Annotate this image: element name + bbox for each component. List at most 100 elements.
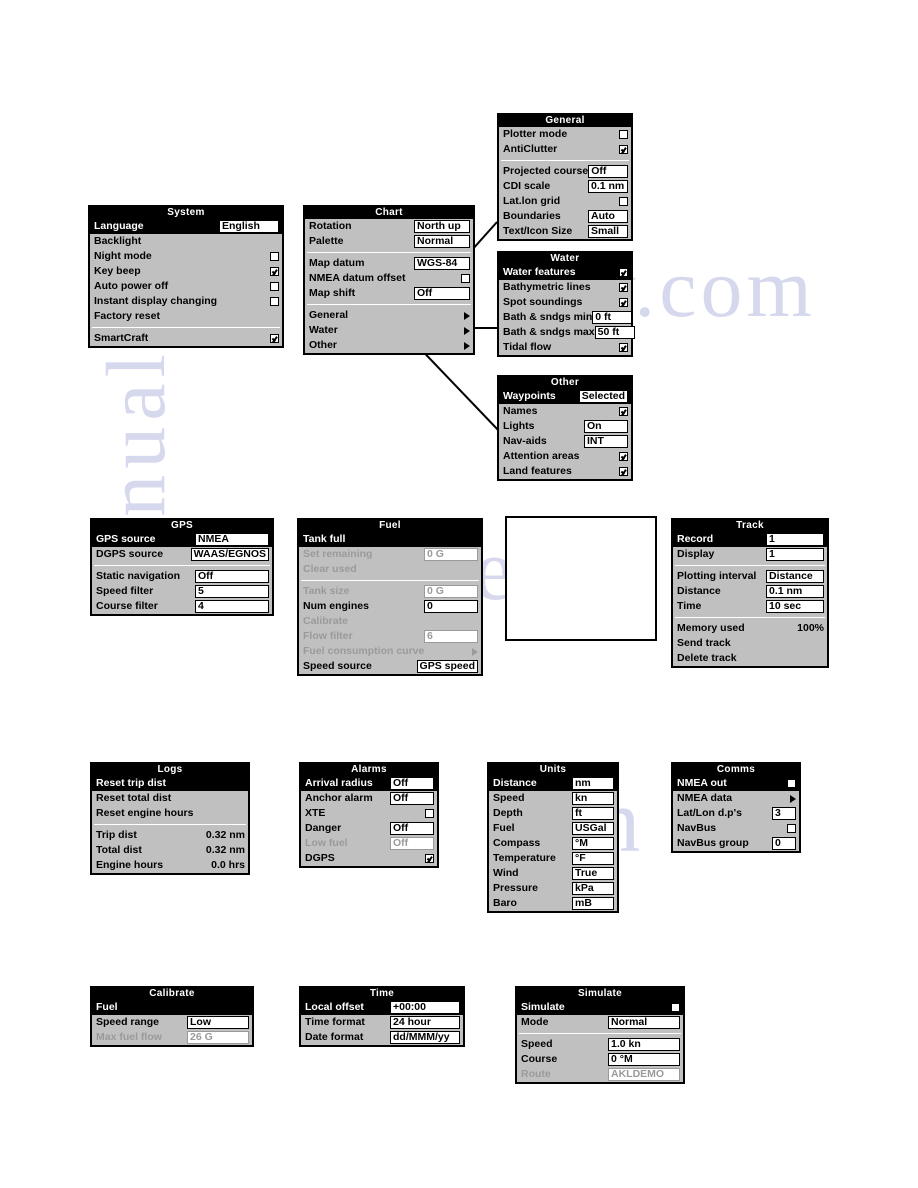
menu-row[interactable]: Text/Icon Size Small	[499, 224, 631, 239]
checkbox-checked-icon[interactable]	[270, 267, 279, 276]
menu-row-value[interactable]: °M	[572, 837, 614, 850]
menu-row-value[interactable]: True	[572, 867, 614, 880]
menu-row[interactable]: Other	[305, 338, 473, 353]
menu-row-value[interactable]: 0	[424, 600, 478, 613]
menu-row[interactable]: General	[305, 308, 473, 323]
menu-row[interactable]: Distance 0.1 nm	[673, 584, 827, 599]
checkbox-checked-icon[interactable]	[270, 334, 279, 343]
menu-row[interactable]: Tidal flow	[499, 340, 631, 355]
menu-row[interactable]: NMEA data	[673, 791, 799, 806]
menu-row-value[interactable]: Off	[390, 822, 434, 835]
menu-row-value[interactable]: 1	[766, 533, 824, 546]
checkbox-checked-icon[interactable]	[619, 145, 628, 154]
menu-row[interactable]: NMEA datum offset	[305, 271, 473, 286]
menu-row-value[interactable]: kn	[572, 792, 614, 805]
checkbox-unchecked-icon[interactable]	[270, 297, 279, 306]
menu-row[interactable]: Record 1	[673, 532, 827, 547]
menu-row[interactable]: Local offset +00:00	[301, 1000, 463, 1015]
menu-row[interactable]: DGPS source WAAS/EGNOS	[92, 547, 272, 562]
menu-row[interactable]: Boundaries Auto	[499, 209, 631, 224]
menu-row[interactable]: Reset total dist	[92, 791, 248, 806]
menu-row-value[interactable]: 0 ft	[592, 311, 633, 324]
menu-row-value[interactable]: 0	[772, 837, 796, 850]
menu-row[interactable]: Bath & sndgs max 50 ft	[499, 325, 635, 340]
menu-row[interactable]: Water features	[499, 265, 631, 280]
menu-row[interactable]: Instant display changing	[90, 294, 282, 309]
menu-row[interactable]: Nav-aids INT	[499, 434, 631, 449]
menu-row[interactable]: Factory reset	[90, 309, 282, 324]
menu-row[interactable]: Names	[499, 404, 631, 419]
menu-row[interactable]: Mode Normal	[517, 1015, 683, 1030]
menu-row-value[interactable]: WGS-84	[414, 257, 470, 270]
checkbox-checked-icon[interactable]	[425, 854, 434, 863]
menu-row[interactable]: Speed range Low	[92, 1015, 252, 1030]
menu-row[interactable]: Bath & sndgs min 0 ft	[499, 310, 633, 325]
menu-row[interactable]: NavBus group 0	[673, 836, 799, 851]
menu-row[interactable]: Baro mB	[489, 896, 617, 911]
menu-row[interactable]: SmartCraft	[90, 331, 282, 346]
menu-row[interactable]: Projected course Off	[499, 164, 631, 179]
menu-row[interactable]: Total dist 0.32 nm	[92, 843, 248, 858]
menu-row[interactable]: Num engines 0	[299, 599, 481, 614]
submenu-arrow-icon[interactable]	[464, 311, 470, 320]
menu-row-value[interactable]: 5	[195, 585, 269, 598]
menu-row[interactable]: XTE	[301, 806, 437, 821]
menu-row-value[interactable]: +00:00	[390, 1001, 460, 1014]
menu-row-value[interactable]: English	[219, 220, 279, 233]
menu-row[interactable]: NMEA out	[673, 776, 799, 791]
menu-row-value[interactable]: INT	[584, 435, 628, 448]
menu-row-value[interactable]: ft	[572, 807, 614, 820]
menu-row[interactable]: Simulate	[517, 1000, 683, 1015]
menu-row[interactable]: Map shift Off	[305, 286, 473, 301]
checkbox-checked-icon[interactable]	[619, 407, 628, 416]
menu-row-value[interactable]: USGal	[572, 822, 614, 835]
menu-row[interactable]: Delete track	[673, 651, 827, 666]
menu-row-value[interactable]: 1.0 kn	[608, 1038, 680, 1051]
menu-row[interactable]: Display 1	[673, 547, 827, 562]
menu-row[interactable]: Anchor alarm Off	[301, 791, 437, 806]
menu-row[interactable]: Rotation North up	[305, 219, 473, 234]
menu-row[interactable]: Map datum WGS-84	[305, 256, 473, 271]
checkbox-unchecked-icon[interactable]	[787, 824, 796, 833]
menu-row[interactable]: Lat.lon grid	[499, 194, 631, 209]
menu-row[interactable]: Time 10 sec	[673, 599, 827, 614]
menu-row-value[interactable]: 1	[766, 548, 824, 561]
submenu-arrow-icon[interactable]	[790, 794, 796, 803]
menu-row-value[interactable]: GPS speed	[416, 660, 478, 673]
checkbox-unchecked-icon[interactable]	[787, 779, 796, 788]
menu-row[interactable]: Fuel	[92, 1000, 252, 1015]
submenu-arrow-icon[interactable]	[464, 326, 470, 335]
checkbox-checked-icon[interactable]	[619, 467, 628, 476]
menu-row[interactable]: Plotter mode	[499, 127, 631, 142]
checkbox-checked-icon[interactable]	[619, 268, 628, 277]
menu-row[interactable]: Key beep	[90, 264, 282, 279]
menu-row[interactable]: NavBus	[673, 821, 799, 836]
menu-row-value[interactable]: 0.1 nm	[766, 585, 824, 598]
menu-row-value[interactable]: Normal	[414, 235, 470, 248]
menu-row[interactable]: Trip dist 0.32 nm	[92, 828, 248, 843]
menu-row-value[interactable]: dd/MMM/yy	[390, 1031, 460, 1044]
checkbox-unchecked-icon[interactable]	[671, 1003, 680, 1012]
menu-row-value[interactable]: mB	[572, 897, 614, 910]
menu-row-value[interactable]: Off	[390, 792, 434, 805]
menu-row[interactable]: CDI scale 0.1 nm	[499, 179, 631, 194]
menu-row-value[interactable]: nm	[572, 777, 614, 790]
menu-row[interactable]: Waypoints Selected	[499, 389, 631, 404]
menu-row-value[interactable]: Off	[588, 165, 629, 178]
menu-row[interactable]: Speed filter 5	[92, 584, 272, 599]
menu-row[interactable]: Send track	[673, 636, 827, 651]
checkbox-unchecked-icon[interactable]	[619, 130, 628, 139]
menu-row[interactable]: Pressure kPa	[489, 881, 617, 896]
menu-row[interactable]: Engine hours 0.0 hrs	[92, 858, 248, 873]
menu-row[interactable]: Course filter 4	[92, 599, 272, 614]
menu-row[interactable]: AntiClutter	[499, 142, 631, 157]
menu-row[interactable]: Time format 24 hour	[301, 1015, 463, 1030]
menu-row[interactable]: Attention areas	[499, 449, 631, 464]
menu-row-value[interactable]: On	[584, 420, 628, 433]
checkbox-unchecked-icon[interactable]	[425, 809, 434, 818]
menu-row-value[interactable]: kPa	[572, 882, 614, 895]
menu-row[interactable]: Speed source GPS speed	[299, 659, 481, 674]
checkbox-checked-icon[interactable]	[619, 343, 628, 352]
checkbox-checked-icon[interactable]	[619, 283, 628, 292]
menu-row-value[interactable]: Normal	[608, 1016, 680, 1029]
